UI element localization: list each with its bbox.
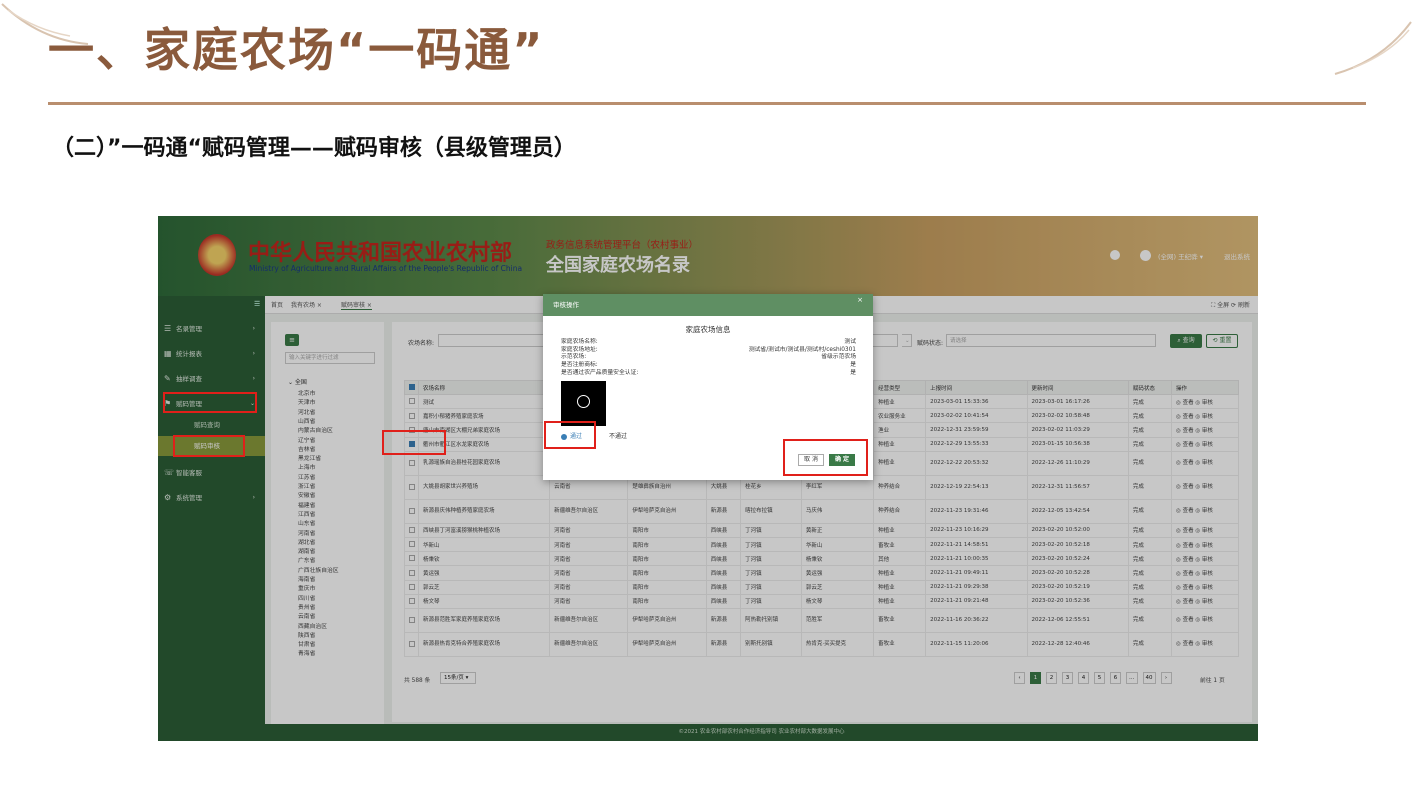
highlight-pass-radio [544, 421, 596, 449]
highlight-code-management [163, 392, 257, 413]
slide-title: 一、家庭农场“一码通” [48, 23, 545, 77]
highlight-code-review [173, 435, 245, 457]
info-row-name: 家庭农场名称: 测试 [561, 339, 856, 345]
dialog-title: 家庭农场信息 [685, 325, 731, 334]
dialog-header: 审核操作 × [543, 294, 873, 316]
info-row-trademark: 是否注册商标: 是 [561, 362, 856, 368]
highlight-row-checkbox [382, 430, 446, 455]
close-icon[interactable]: × [857, 294, 863, 306]
highlight-dialog-buttons [783, 439, 868, 476]
info-row-certification: 是否通过农产品质量安全认证: 是 [561, 370, 856, 376]
radio-fail[interactable]: 不通过 [609, 431, 627, 440]
title-divider [48, 102, 1366, 105]
decorative-leaf-right [1334, 21, 1412, 75]
dialog-header-title: 审核操作 [553, 301, 579, 309]
qr-code-image [561, 381, 606, 426]
info-row-address: 家庭农场地址: 测试省/测试市/测试县/测试村/ceshi0301 [561, 347, 856, 353]
slide-subtitle: （二）”一码通“赋码管理——赋码审核（县级管理员） [52, 136, 576, 161]
info-row-demo: 示范农场: 省级示范农场 [561, 354, 856, 360]
app-screenshot: 中华人民共和国农业农村部 Ministry of Agriculture and… [158, 216, 1258, 741]
